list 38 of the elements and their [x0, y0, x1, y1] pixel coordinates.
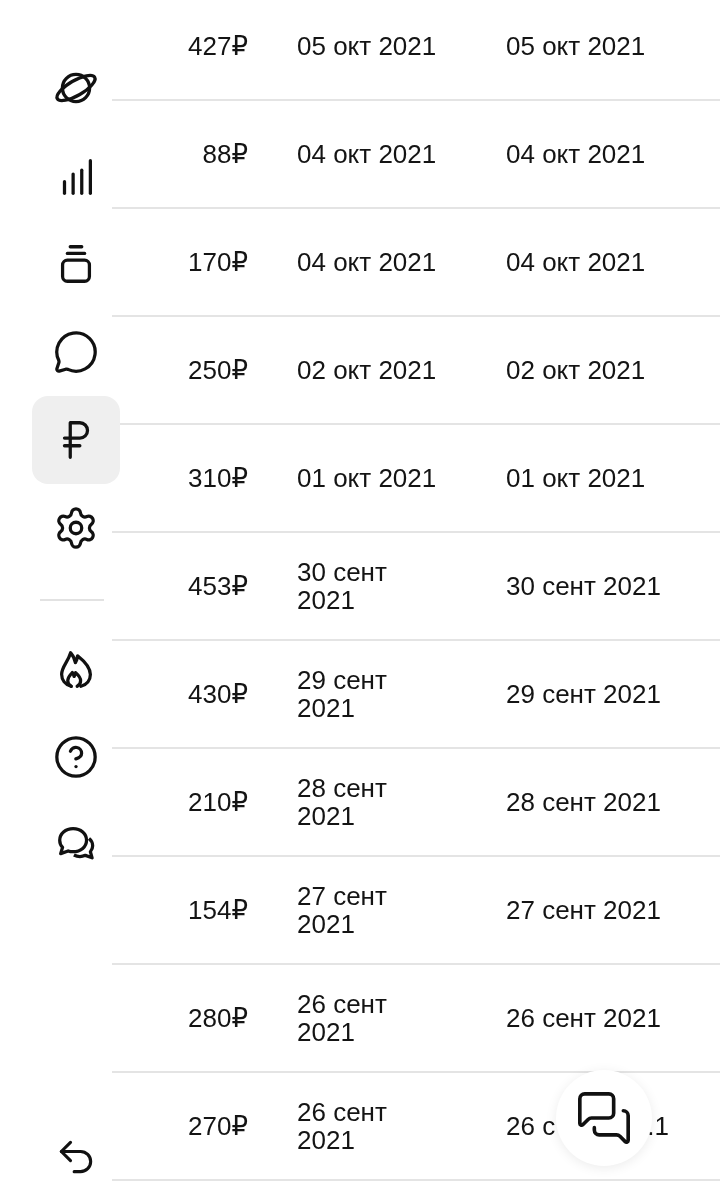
date-text: 30 сент 2021 [297, 558, 388, 614]
date-text: 26 с [506, 1112, 556, 1140]
date-text: 05 окт 2021 [506, 32, 647, 60]
price-text: 310₽ [188, 464, 248, 492]
price-text: 210₽ [188, 788, 248, 816]
date-text: 04 окт 2021 [297, 140, 437, 168]
date-text: 26 сент 2021 [506, 1004, 662, 1032]
price-text: 430₽ [188, 680, 248, 708]
help-icon [53, 734, 99, 780]
price-text: 88₽ [202, 140, 248, 168]
date-text: 30 сент 2021 [506, 572, 662, 600]
price-text: 427₽ [188, 32, 248, 60]
date-text: 29 сент 2021 [297, 666, 388, 722]
date-text: 01 окт 2021 [506, 464, 647, 492]
date-text: 04 окт 2021 [506, 140, 647, 168]
nav-button[interactable] [32, 396, 120, 484]
date-text: 28 сент 2021 [506, 788, 662, 816]
date-text: 27 сент 2021 [506, 896, 662, 924]
date-text: 01 окт 2021 [297, 464, 437, 492]
price-text: 170₽ [188, 248, 248, 276]
date-text: 04 окт 2021 [297, 248, 437, 276]
date-text: 04 окт 2021 [506, 248, 647, 276]
price-text: 250₽ [188, 356, 248, 384]
chat-icon [53, 329, 99, 375]
date-text: 28 сент 2021 [297, 774, 388, 830]
date-text: 29 сент 2021 [506, 680, 662, 708]
price-text: 280₽ [188, 1004, 248, 1032]
date-text: 05 окт 2021 [297, 32, 437, 60]
chat-bubbles-icon [575, 1089, 633, 1147]
date-text: 02 окт 2021 [297, 356, 437, 384]
price-text: 270₽ [188, 1112, 248, 1140]
price-text: 453₽ [188, 572, 248, 600]
date-text: 26 сент 2021 [297, 1098, 388, 1154]
price-text: 154₽ [188, 896, 248, 924]
date-text: 26 сент 2021 [297, 990, 388, 1046]
date-text: 27 сент 2021 [297, 882, 388, 938]
date-text: 02 окт 2021 [506, 356, 647, 384]
date-text: .1 [647, 1112, 669, 1140]
